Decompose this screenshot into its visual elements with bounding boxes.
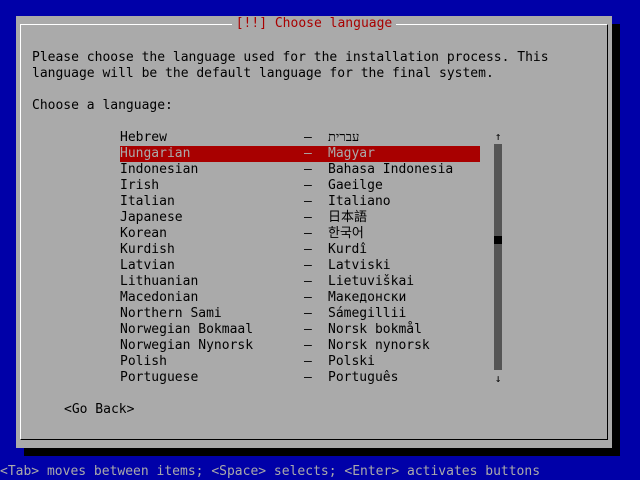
separator-dash: – <box>304 354 312 369</box>
scroll-up-arrow-icon[interactable]: ↑ <box>494 130 502 144</box>
separator-dash: – <box>304 242 312 257</box>
language-option[interactable]: Indonesian – Bahasa Indonesia <box>120 162 480 178</box>
language-native-name: 日本語 <box>328 210 368 225</box>
language-name: Japanese <box>120 210 183 225</box>
language-option[interactable]: Italian – Italiano <box>120 194 480 210</box>
language-name: Polish <box>120 354 167 369</box>
language-option[interactable]: Japanese – 日本語 <box>120 210 480 226</box>
language-option[interactable]: Korean – 한국어 <box>120 226 480 242</box>
separator-dash: – <box>304 306 312 321</box>
dialog-title-bar: [!!] Choose language <box>16 16 612 32</box>
language-option[interactable]: Hebrew – עברית <box>120 130 480 146</box>
dialog-description: Please choose the language used for the … <box>32 50 549 82</box>
language-native-name: Македонски <box>328 290 407 305</box>
choose-language-dialog: [!!] Choose language Please choose the l… <box>16 16 612 448</box>
language-native-name: Norsk nynorsk <box>328 338 430 353</box>
language-option[interactable]: Latvian – Latviski <box>120 258 480 274</box>
language-name: Lithuanian <box>120 274 199 289</box>
scrollbar[interactable]: ↑ ↓ <box>494 130 502 386</box>
language-native-name: Gaeilge <box>328 178 383 193</box>
language-name: Indonesian <box>120 162 199 177</box>
language-option[interactable]: Kurdish – Kurdî <box>120 242 480 258</box>
language-name: Irish <box>120 178 160 193</box>
scroll-down-arrow-icon[interactable]: ↓ <box>494 372 502 386</box>
language-option[interactable]: Irish – Gaeilge <box>120 178 480 194</box>
language-option[interactable]: Hungarian – Magyar <box>120 146 480 162</box>
language-name: Korean <box>120 226 167 241</box>
language-native-name: Latviski <box>328 258 391 273</box>
separator-dash: – <box>304 162 312 177</box>
language-name: Kurdish <box>120 242 175 257</box>
language-name: Norwegian Bokmaal <box>120 322 254 337</box>
keyboard-hint: <Tab> moves between items; <Space> selec… <box>0 464 640 480</box>
language-name: Hungarian <box>120 146 191 161</box>
language-option[interactable]: Macedonian – Македонски <box>120 290 480 306</box>
dialog-title: [!!] Choose language <box>231 16 397 31</box>
language-name: Latvian <box>120 258 175 273</box>
go-back-button[interactable]: <Go Back> <box>64 402 134 418</box>
description-line-1: Please choose the language used for the … <box>32 50 549 65</box>
language-name: Norwegian Nynorsk <box>120 338 254 353</box>
language-option[interactable]: Portuguese – Português <box>120 370 480 386</box>
separator-dash: – <box>304 290 312 305</box>
language-native-name: 한국어 <box>328 226 364 241</box>
separator-dash: – <box>304 178 312 193</box>
language-native-name: Italiano <box>328 194 391 209</box>
language-native-name: Lietuviškai <box>328 274 415 289</box>
language-native-name: Português <box>328 370 399 385</box>
language-native-name: Polski <box>328 354 375 369</box>
separator-dash: – <box>304 210 312 225</box>
language-native-name: Sámegillii <box>328 306 407 321</box>
language-native-name: Bahasa Indonesia <box>328 162 454 177</box>
language-list[interactable]: Hebrew – עברית Hungarian – Magyar Indonesian – B… <box>120 130 480 386</box>
language-name: Northern Sami <box>120 306 222 321</box>
description-line-2: language will be the default language fo… <box>32 66 494 81</box>
scrollbar-thumb[interactable] <box>494 236 502 244</box>
separator-dash: – <box>304 338 312 353</box>
separator-dash: – <box>304 370 312 385</box>
language-native-name: Kurdî <box>328 242 368 257</box>
language-native-name: Norsk bokmål <box>328 322 422 337</box>
separator-dash: – <box>304 258 312 273</box>
language-native-name: Magyar <box>328 146 375 161</box>
separator-dash: – <box>304 322 312 337</box>
language-name: Portuguese <box>120 370 199 385</box>
separator-dash: – <box>304 274 312 289</box>
language-native-name: עברית <box>328 130 360 145</box>
language-name: Italian <box>120 194 175 209</box>
separator-dash: – <box>304 130 312 145</box>
language-option[interactable]: Lithuanian – Lietuviškai <box>120 274 480 290</box>
separator-dash: – <box>304 146 312 161</box>
list-prompt: Choose a language: <box>32 98 173 113</box>
separator-dash: – <box>304 194 312 209</box>
language-option[interactable]: Norwegian Bokmaal – Norsk bokmål <box>120 322 480 338</box>
language-option[interactable]: Northern Sami – Sámegillii <box>120 306 480 322</box>
language-name: Macedonian <box>120 290 199 305</box>
language-option[interactable]: Polish – Polski <box>120 354 480 370</box>
language-name: Hebrew <box>120 130 167 145</box>
scrollbar-track[interactable] <box>494 144 502 370</box>
language-option[interactable]: Norwegian Nynorsk – Norsk nynorsk <box>120 338 480 354</box>
separator-dash: – <box>304 226 312 241</box>
